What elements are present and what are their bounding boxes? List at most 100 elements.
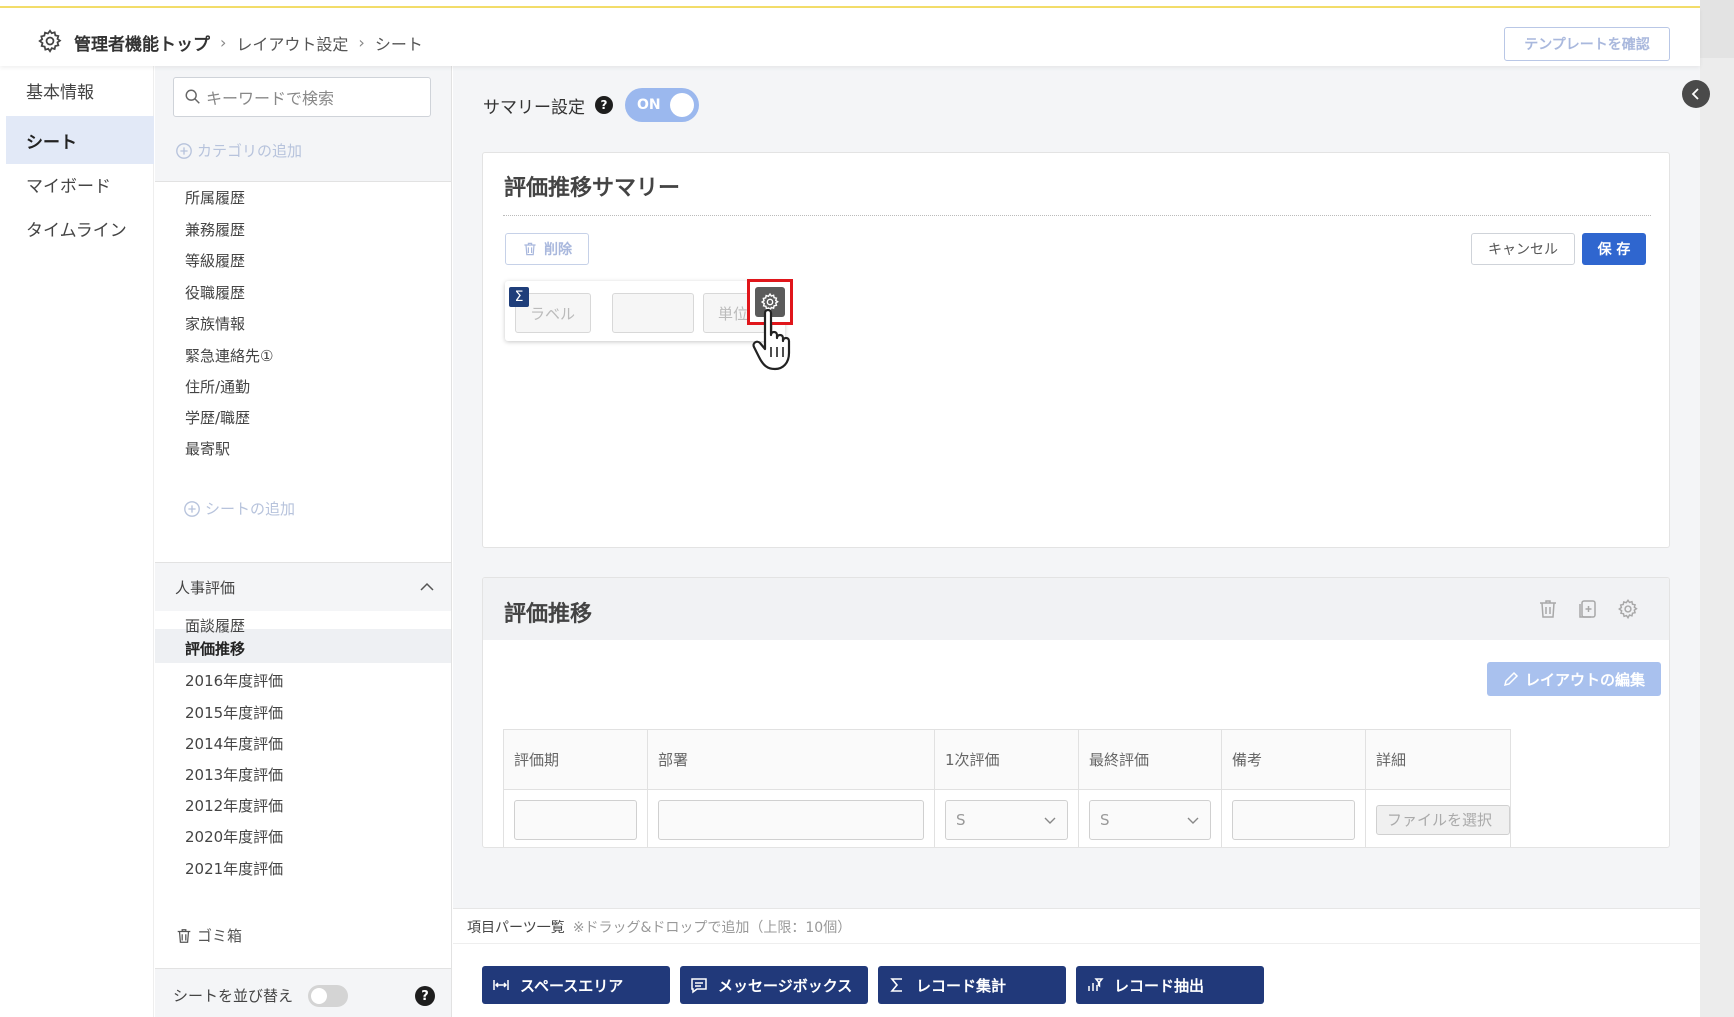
summary-card: 評価推移サマリー 削除 キャンセル 保 存 Σ ラベル 単位	[482, 152, 1670, 548]
add-category-label: カテゴリの追加	[197, 142, 303, 160]
cell	[1221, 789, 1366, 847]
trash-icon	[524, 242, 536, 256]
sheet-search-input[interactable]: キーワードで検索	[173, 77, 431, 117]
filter-chart-icon	[1088, 978, 1104, 991]
right-gutter	[1700, 0, 1734, 1017]
part-message-box[interactable]: メッセージボックス	[680, 966, 868, 1004]
part-label: メッセージボックス	[718, 976, 853, 995]
cancel-button[interactable]: キャンセル	[1471, 233, 1575, 265]
copy-add-icon[interactable]	[1577, 598, 1599, 620]
delete-label: 削除	[544, 242, 572, 258]
sigma-icon	[890, 978, 902, 992]
search-icon	[185, 89, 200, 104]
sheet-item[interactable]: 家族情報	[185, 313, 245, 334]
department-input[interactable]	[658, 799, 924, 840]
evaluation-period-input[interactable]	[514, 799, 637, 840]
nav-item-sheet[interactable]: シート	[6, 116, 154, 164]
chevron-left-icon	[1691, 88, 1699, 100]
sheet-item[interactable]: 2014年度評価	[185, 733, 283, 754]
choose-file-button[interactable]: ファイルを選択	[1376, 804, 1510, 835]
sheet-item[interactable]: 2012年度評価	[185, 795, 283, 816]
sheet-item[interactable]: 緊急連絡先①	[185, 345, 273, 366]
sheet-item[interactable]: 所属履歴	[185, 187, 245, 208]
value-field[interactable]	[612, 293, 694, 333]
breadcrumb-sheet: シート	[374, 34, 423, 54]
part-label: レコード集計	[916, 976, 1007, 995]
help-icon[interactable]: ?	[595, 96, 613, 114]
first-evaluation-select[interactable]: S	[945, 799, 1068, 840]
cell: S	[934, 789, 1079, 847]
chevron-down-icon	[1044, 817, 1056, 824]
parts-note: ※ドラッグ&ドロップで追加（上限：10個）	[572, 920, 852, 936]
final-evaluation-select[interactable]: S	[1089, 799, 1211, 840]
parts-title: 項目パーツ一覧 ※ドラッグ&ドロップで追加（上限：10個）	[467, 917, 851, 937]
help-icon[interactable]: ?	[415, 986, 435, 1006]
add-category-button[interactable]: カテゴリの追加	[175, 140, 302, 161]
sigma-icon: Σ	[509, 287, 529, 307]
trash-label: ゴミ箱	[197, 927, 243, 945]
plus-circle-icon	[176, 142, 192, 159]
sheet-item[interactable]: 役職履歴	[185, 282, 245, 303]
gear-icon	[38, 29, 62, 53]
col-header: 1次評価	[934, 729, 1079, 790]
breadcrumb: 管理者機能トップ › レイアウト設定 › シート	[74, 30, 423, 55]
col-header: 詳細	[1365, 729, 1511, 790]
sheet-item[interactable]: 2020年度評価	[185, 826, 283, 847]
summary-setting-row: サマリー設定 ? ON	[483, 88, 699, 122]
trash-icon[interactable]	[1537, 598, 1559, 620]
parts-title-text: 項目パーツ一覧	[467, 920, 565, 936]
sheet-item-active[interactable]: 評価推移	[185, 638, 245, 659]
sheet-item[interactable]: 住所/通勤	[185, 376, 250, 397]
save-button[interactable]: 保 存	[1582, 233, 1646, 265]
sheet-list-pane: キーワードで検索 カテゴリの追加 所属履歴 兼務履歴 等級履歴 役職履歴 家族情…	[155, 66, 452, 1017]
chevron-right-icon: ›	[220, 33, 227, 52]
chevron-up-icon	[420, 582, 434, 591]
collapse-panel-button[interactable]	[1682, 80, 1710, 108]
breadcrumb-layout-settings[interactable]: レイアウト設定	[236, 31, 348, 55]
sheet-item[interactable]: 等級履歴	[185, 250, 245, 271]
sheet-item[interactable]: 学歴/職歴	[185, 407, 250, 428]
nav-item-basic-info[interactable]: 基本情報	[6, 66, 154, 114]
toggle-knob	[670, 93, 694, 117]
reorder-label: シートを並び替え	[173, 987, 294, 1005]
sheet-item[interactable]: 兼務履歴	[185, 219, 245, 240]
table-row: S S ファイルを選択	[503, 789, 1511, 847]
view-template-button[interactable]: テンプレートを確認	[1504, 27, 1670, 61]
nav-item-myboard[interactable]: マイボード	[6, 160, 154, 208]
sheet-group-header-hr-evaluation[interactable]: 人事評価	[155, 563, 451, 611]
edit-layout-button[interactable]: レイアウトの編集	[1487, 662, 1661, 696]
delete-button[interactable]: 削除	[505, 233, 589, 265]
record-card-header	[483, 578, 1669, 640]
remarks-input[interactable]	[1232, 799, 1355, 840]
part-record-aggregate[interactable]: レコード集計	[878, 966, 1066, 1004]
nav-item-timeline[interactable]: タイムライン	[6, 204, 154, 252]
gutter-header	[1700, 0, 1734, 58]
sheet-item[interactable]: 2015年度評価	[185, 702, 283, 723]
sheet-item[interactable]: 2021年度評価	[185, 858, 283, 879]
divider	[503, 215, 1651, 216]
record-table: 評価期 部署 1次評価 最終評価 備考 詳細 S S ファイルを選択	[503, 729, 1511, 847]
table-header-row: 評価期 部署 1次評価 最終評価 備考 詳細	[503, 729, 1511, 790]
summary-widget[interactable]: Σ ラベル 単位	[505, 281, 785, 341]
sheet-item[interactable]: 最寄駅	[185, 438, 230, 459]
left-nav: 基本情報 シート マイボード タイムライン	[6, 66, 154, 1017]
col-header: 評価期	[503, 729, 648, 790]
breadcrumb-admin-top[interactable]: 管理者機能トップ	[74, 30, 210, 55]
app-header: 管理者機能トップ › レイアウト設定 › シート テンプレートを確認	[0, 8, 1700, 66]
part-space-area[interactable]: スペースエリア	[482, 966, 670, 1004]
cell	[503, 789, 648, 847]
add-sheet-label: シートの追加	[205, 500, 296, 518]
unit-field-text: 単位	[718, 304, 749, 323]
gear-icon[interactable]	[1617, 598, 1639, 620]
pencil-icon	[1503, 671, 1519, 687]
trash-button[interactable]: ゴミ箱	[175, 925, 242, 946]
reorder-toggle[interactable]	[308, 985, 348, 1007]
summary-toggle[interactable]: ON	[625, 88, 699, 122]
edit-layout-label: レイアウトの編集	[1524, 670, 1645, 689]
sheet-item[interactable]: 2016年度評価	[185, 670, 283, 691]
part-record-extract[interactable]: レコード抽出	[1076, 966, 1264, 1004]
sheet-item[interactable]: 面談履歴	[185, 615, 245, 636]
add-sheet-button[interactable]: シートの追加	[183, 498, 295, 519]
divider	[453, 943, 1700, 944]
sheet-item[interactable]: 2013年度評価	[185, 764, 283, 785]
